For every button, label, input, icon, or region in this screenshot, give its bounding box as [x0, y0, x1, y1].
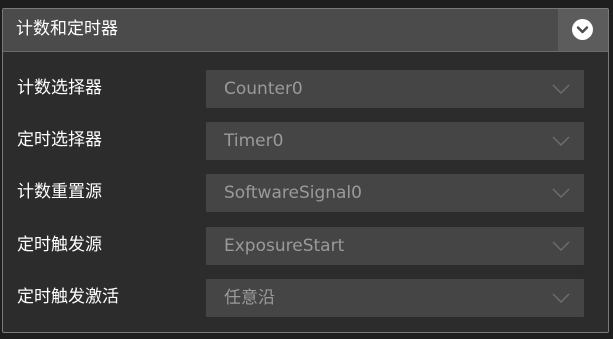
- chevron-down-icon: [552, 293, 570, 303]
- chevron-down-icon: [552, 188, 570, 198]
- counter-reset-source-dropdown[interactable]: SoftwareSignal0: [206, 174, 584, 212]
- chevron-down-icon: [552, 136, 570, 146]
- timer-trigger-activation-dropdown[interactable]: 任意沿: [206, 279, 584, 317]
- timer-trigger-activation-value: 任意沿: [224, 288, 275, 308]
- counter-selector-value: Counter0: [224, 79, 303, 99]
- chevron-down-icon: [552, 241, 570, 251]
- row-timer-trigger-source: 定时触发源 ExposureStart: [3, 227, 608, 265]
- row-counter-selector: 计数选择器 Counter0: [3, 70, 608, 108]
- counter-timer-panel: 计数和定时器 计数选择器 Counter0 定时选择器 Timer0 计数重置源: [2, 8, 609, 333]
- collapse-button[interactable]: [558, 9, 608, 51]
- chevron-down-icon: [552, 84, 570, 94]
- counter-reset-source-value: SoftwareSignal0: [224, 183, 362, 203]
- row-counter-reset-source: 计数重置源 SoftwareSignal0: [3, 174, 608, 212]
- panel-title: 计数和定时器: [16, 19, 118, 39]
- timer-selector-label: 定时选择器: [17, 130, 102, 150]
- counter-selector-dropdown[interactable]: Counter0: [206, 70, 584, 108]
- counter-reset-source-label: 计数重置源: [17, 182, 102, 202]
- chevron-down-circle-icon: [572, 19, 593, 40]
- timer-selector-dropdown[interactable]: Timer0: [206, 122, 584, 160]
- row-timer-trigger-activation: 定时触发激活 任意沿: [3, 279, 608, 317]
- timer-trigger-source-value: ExposureStart: [224, 236, 345, 256]
- timer-selector-value: Timer0: [224, 131, 284, 151]
- counter-selector-label: 计数选择器: [17, 78, 102, 98]
- panel-header[interactable]: 计数和定时器: [3, 9, 608, 52]
- row-timer-selector: 定时选择器 Timer0: [3, 122, 608, 160]
- timer-trigger-source-dropdown[interactable]: ExposureStart: [206, 227, 584, 265]
- timer-trigger-source-label: 定时触发源: [17, 235, 102, 255]
- timer-trigger-activation-label: 定时触发激活: [17, 287, 119, 307]
